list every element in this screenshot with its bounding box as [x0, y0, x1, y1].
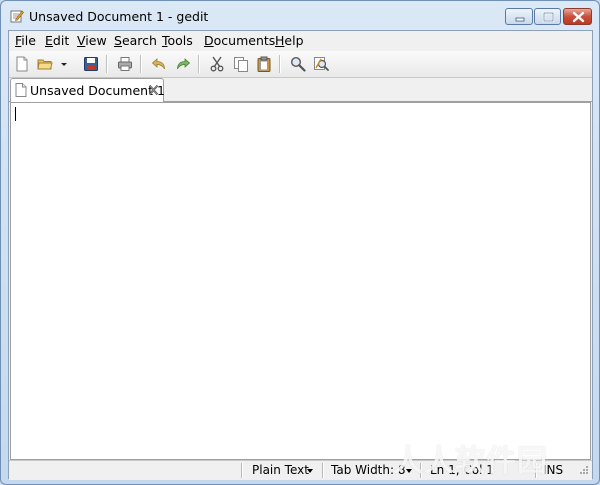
title-bar[interactable]: Unsaved Document 1 - gedit — [1, 1, 599, 31]
open-button[interactable] — [35, 54, 55, 74]
undo-button[interactable] — [149, 54, 169, 74]
gedit-window: Unsaved Document 1 - gedit File Edit Vie… — [0, 0, 600, 485]
close-tab-icon[interactable] — [148, 84, 159, 96]
print-button[interactable] — [115, 54, 135, 74]
minimize-button[interactable] — [505, 8, 533, 25]
maximize-button[interactable] — [534, 8, 561, 25]
toolbar-separator — [279, 55, 281, 73]
menu-tools[interactable]: Tools — [162, 33, 193, 48]
language-selector[interactable]: Plain Text — [252, 463, 309, 477]
toolbar-separator — [198, 55, 200, 73]
client-area: File Edit View Search Tools Documents He… — [8, 30, 593, 480]
language-dropdown-icon — [307, 469, 313, 473]
open-recent-dropdown[interactable] — [57, 54, 69, 74]
document-tab-strip: Unsaved Document 1 — [9, 78, 592, 102]
paste-icon — [257, 56, 271, 72]
print-icon — [118, 57, 132, 71]
open-folder-icon — [37, 59, 53, 70]
find-button[interactable] — [288, 54, 308, 74]
menu-edit[interactable]: Edit — [45, 33, 69, 48]
find-icon — [290, 56, 306, 72]
minimize-icon — [515, 17, 525, 22]
paste-button[interactable] — [254, 54, 274, 74]
maximize-icon — [542, 11, 555, 23]
document-tab-label: Unsaved Document 1 — [30, 83, 165, 98]
find-replace-button[interactable] — [311, 54, 331, 74]
copy-button[interactable] — [231, 54, 251, 74]
open-recent-dropdown-icon — [61, 63, 67, 66]
undo-icon — [151, 58, 165, 70]
main-toolbar — [9, 51, 592, 78]
cut-icon — [210, 56, 224, 72]
menu-help[interactable]: Help — [275, 33, 304, 48]
save-icon — [84, 57, 98, 71]
new-document-icon — [16, 56, 28, 72]
menu-view[interactable]: View — [77, 33, 107, 48]
gedit-app-icon — [10, 10, 24, 23]
resize-grip-icon[interactable] — [576, 464, 589, 477]
new-document-button[interactable] — [12, 54, 32, 74]
menu-documents[interactable]: Documents — [204, 33, 275, 48]
watermark-text: 人人软件园 — [393, 444, 548, 479]
menu-bar: File Edit View Search Tools Documents He… — [9, 31, 592, 51]
document-tab[interactable]: Unsaved Document 1 — [10, 78, 165, 102]
window-title: Unsaved Document 1 - gedit — [29, 9, 209, 24]
menu-search[interactable]: Search — [114, 33, 157, 48]
text-cursor — [15, 107, 16, 121]
save-button[interactable] — [81, 54, 101, 74]
close-icon — [572, 11, 585, 23]
text-editor-area[interactable] — [10, 102, 591, 460]
redo-icon — [177, 58, 191, 70]
find-replace-icon — [314, 57, 329, 71]
copy-icon — [234, 57, 248, 72]
close-button[interactable] — [563, 8, 592, 25]
status-separator — [241, 463, 243, 478]
status-separator — [322, 463, 324, 478]
cut-button[interactable] — [207, 54, 227, 74]
redo-button[interactable] — [173, 54, 193, 74]
document-icon — [15, 83, 27, 97]
toolbar-separator — [140, 55, 142, 73]
menu-file[interactable]: File — [15, 33, 36, 48]
toolbar-separator — [106, 55, 108, 73]
